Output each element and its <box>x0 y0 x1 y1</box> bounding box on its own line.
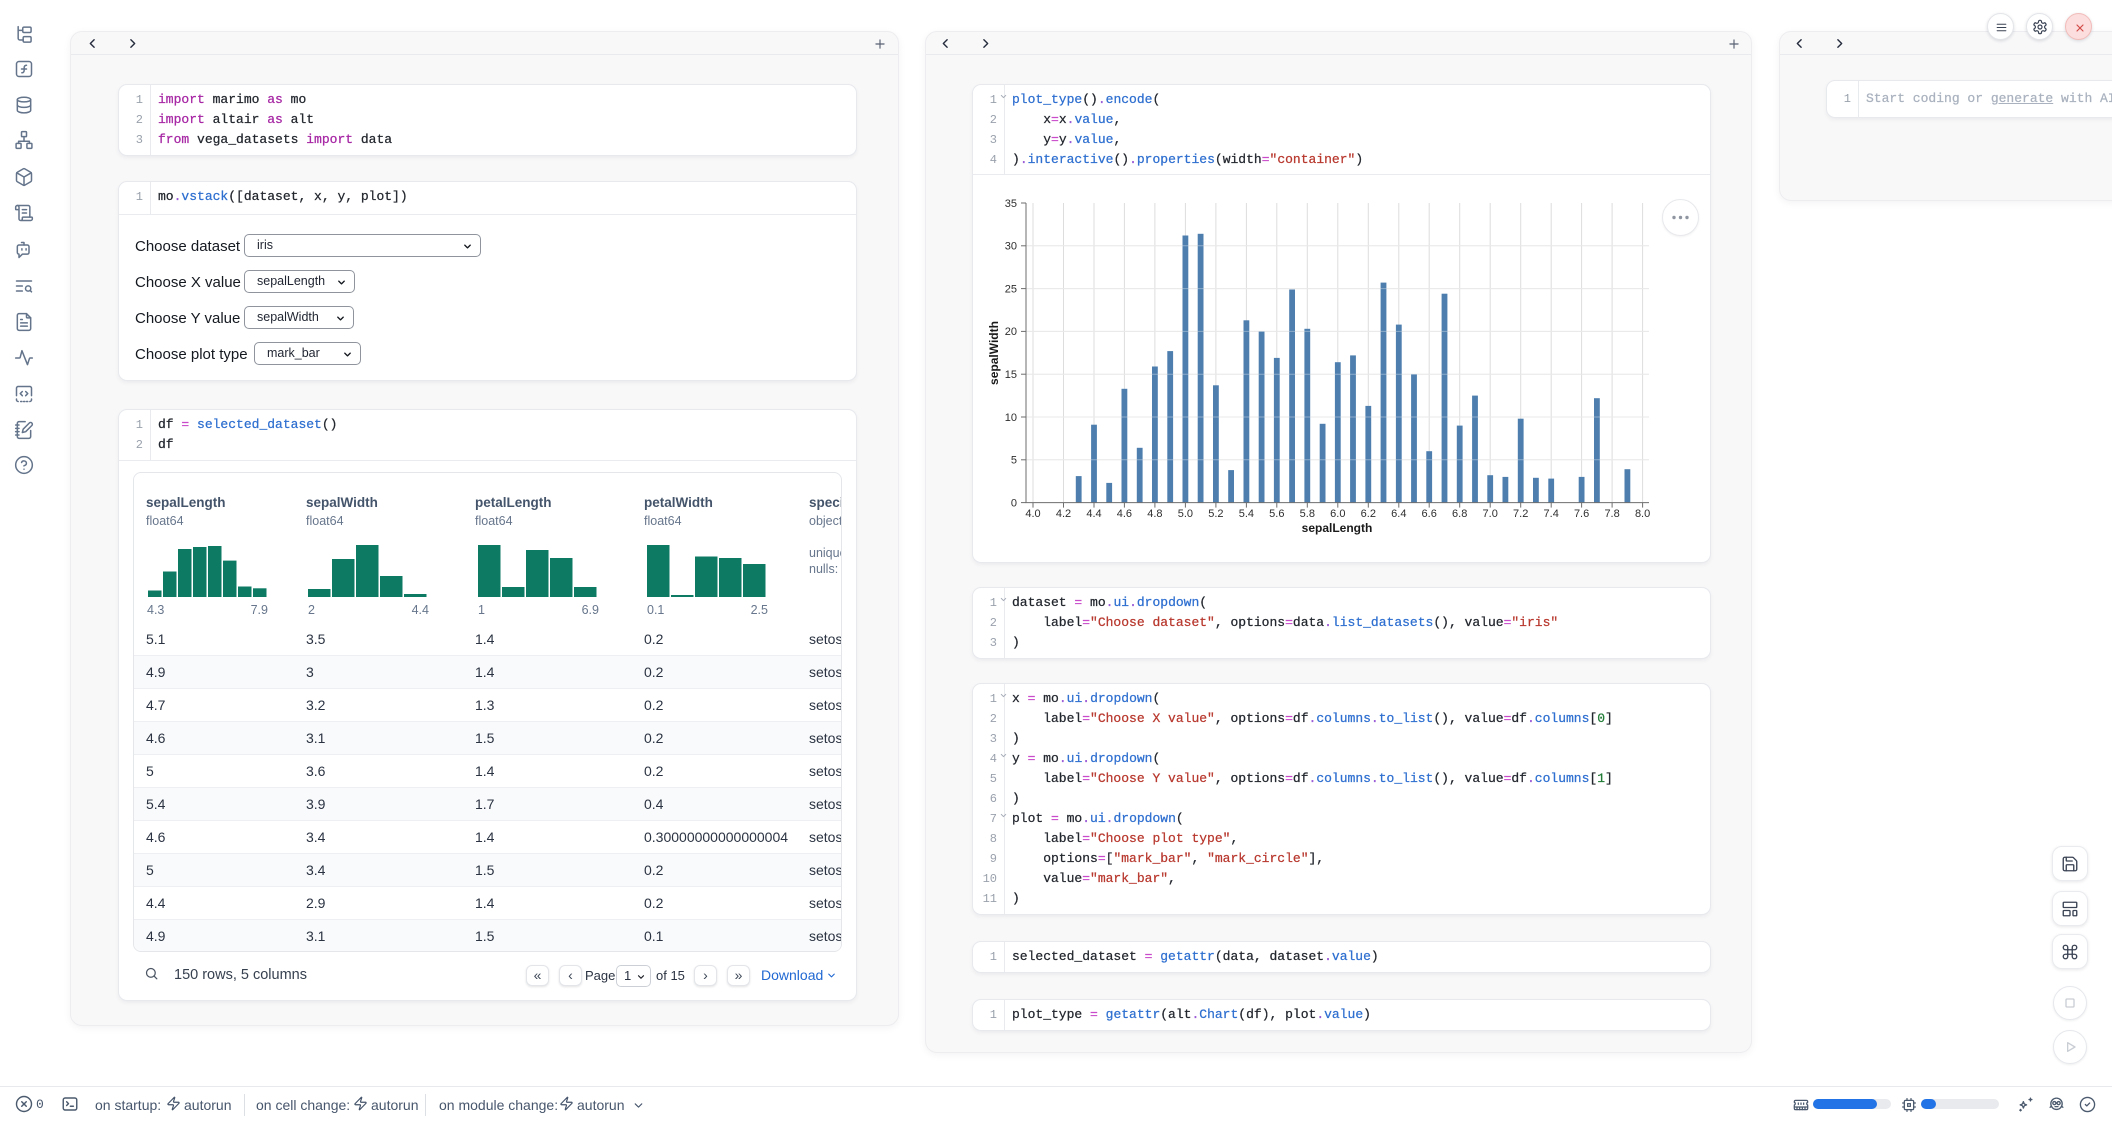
svg-text:5: 5 <box>1011 455 1017 467</box>
svg-text:4.2: 4.2 <box>1056 508 1071 520</box>
svg-text:6.4: 6.4 <box>1391 508 1406 520</box>
svg-text:6.8: 6.8 <box>1452 508 1467 520</box>
svg-text:20: 20 <box>1005 326 1017 338</box>
svg-text:8.0: 8.0 <box>1635 508 1650 520</box>
svg-text:5.4: 5.4 <box>1239 508 1254 520</box>
svg-text:4.6: 4.6 <box>1117 508 1132 520</box>
svg-text:4.0: 4.0 <box>1025 508 1040 520</box>
svg-text:4.4: 4.4 <box>1086 508 1101 520</box>
svg-text:7.6: 7.6 <box>1574 508 1589 520</box>
svg-text:30: 30 <box>1005 241 1017 253</box>
svg-text:5.6: 5.6 <box>1269 508 1284 520</box>
svg-text:0: 0 <box>1011 497 1017 509</box>
svg-text:5.0: 5.0 <box>1178 508 1193 520</box>
svg-text:25: 25 <box>1005 283 1017 295</box>
svg-text:6.0: 6.0 <box>1330 508 1345 520</box>
svg-text:7.4: 7.4 <box>1544 508 1559 520</box>
svg-text:7.8: 7.8 <box>1604 508 1619 520</box>
svg-text:6.2: 6.2 <box>1361 508 1376 520</box>
svg-text:4.8: 4.8 <box>1147 508 1162 520</box>
svg-text:6.6: 6.6 <box>1422 508 1437 520</box>
svg-text:7.2: 7.2 <box>1513 508 1528 520</box>
svg-text:5.8: 5.8 <box>1300 508 1315 520</box>
svg-text:10: 10 <box>1005 412 1017 424</box>
svg-text:15: 15 <box>1005 369 1017 381</box>
svg-text:sepalLength: sepalLength <box>1302 521 1373 535</box>
svg-text:35: 35 <box>1005 198 1017 210</box>
svg-text:5.2: 5.2 <box>1208 508 1223 520</box>
svg-text:sepalWidth: sepalWidth <box>987 321 1001 385</box>
svg-text:7.0: 7.0 <box>1483 508 1498 520</box>
